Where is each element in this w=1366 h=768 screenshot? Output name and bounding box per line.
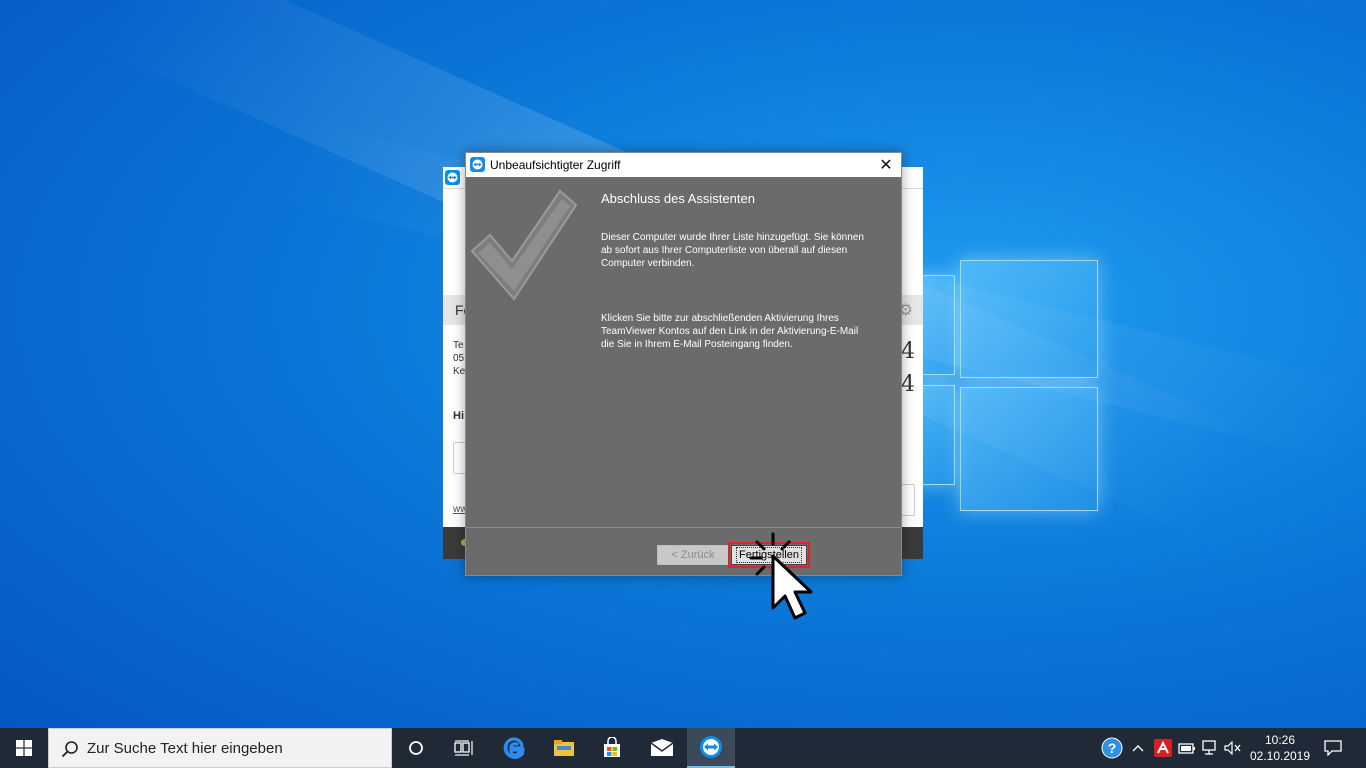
clock-time: 10:26: [1264, 733, 1296, 747]
click-cursor-icon: [749, 532, 813, 620]
partial-text-line: Te: [453, 340, 464, 351]
partial-text-line: 05: [453, 353, 465, 364]
avira-tray-button[interactable]: [1152, 728, 1174, 768]
partial-text-line: Ke: [453, 366, 466, 377]
teamviewer-taskbar-button[interactable]: [687, 728, 735, 768]
cortana-button[interactable]: [392, 728, 440, 768]
file-explorer-button[interactable]: [540, 728, 588, 768]
unattended-access-dialog: Unbeaufsichtigter Zugriff ✕ Abschluss de…: [465, 152, 902, 576]
button-separator: [466, 527, 901, 528]
show-hidden-icons-button[interactable]: [1128, 728, 1148, 768]
checkmark-icon: [470, 189, 578, 301]
close-button[interactable]: ✕: [871, 153, 901, 177]
start-button[interactable]: [0, 728, 48, 768]
notification-center-button[interactable]: [1318, 728, 1348, 768]
close-icon: ✕: [879, 157, 893, 174]
windows-logo-wallpaper: [915, 255, 1100, 515]
teamviewer-icon: [470, 157, 485, 172]
activation-paragraph: Klicken Sie bitte zur abschließenden Akt…: [601, 313, 859, 350]
edge-button[interactable]: [490, 728, 538, 768]
task-view-icon: [454, 740, 473, 756]
back-button[interactable]: < Zurück: [657, 545, 729, 565]
network-tray-button[interactable]: [1200, 728, 1222, 768]
battery-tray-button[interactable]: [1176, 728, 1198, 768]
help-icon: ?: [1101, 737, 1123, 759]
network-icon: [1202, 740, 1216, 755]
store-button[interactable]: [588, 728, 636, 768]
notification-icon: [1324, 740, 1342, 756]
taskbar-search-box[interactable]: [48, 728, 392, 768]
volume-tray-button[interactable]: [1222, 728, 1244, 768]
help-tray-button[interactable]: ?: [1098, 728, 1126, 768]
file-explorer-icon: [554, 740, 574, 756]
mail-button[interactable]: [638, 728, 686, 768]
teamviewer-icon: [700, 736, 722, 758]
task-view-button[interactable]: [440, 728, 488, 768]
system-clock[interactable]: 10:26 02.10.2019: [1246, 732, 1314, 764]
windows-start-icon: [16, 740, 32, 756]
info-paragraph: Dieser Computer wurde Ihrer Liste hinzug…: [601, 232, 864, 269]
volume-muted-icon: [1224, 741, 1241, 755]
partial-bold-text: Hi: [453, 410, 464, 422]
partial-digit: 4: [901, 372, 915, 397]
clock-date: 02.10.2019: [1249, 749, 1311, 763]
edge-icon: [503, 737, 525, 759]
search-icon: [61, 741, 78, 758]
store-icon: [604, 737, 620, 757]
taskbar: ? 10:26 02.10.2019: [0, 728, 1366, 768]
avira-icon: [1154, 739, 1172, 757]
chevron-up-icon: [1132, 745, 1144, 752]
partial-button: [901, 484, 915, 516]
search-input[interactable]: [87, 729, 387, 767]
teamviewer-icon: [445, 170, 460, 185]
dialog-title: Unbeaufsichtigter Zugriff: [490, 158, 621, 172]
wizard-heading: Abschluss des Assistenten: [601, 191, 755, 206]
mail-icon: [650, 739, 674, 756]
cortana-icon: [409, 741, 423, 755]
svg-text:?: ?: [1108, 740, 1117, 756]
dialog-titlebar: Unbeaufsichtigter Zugriff ✕: [466, 153, 901, 177]
battery-icon: [1178, 743, 1195, 754]
partial-digit: 4: [901, 339, 915, 364]
